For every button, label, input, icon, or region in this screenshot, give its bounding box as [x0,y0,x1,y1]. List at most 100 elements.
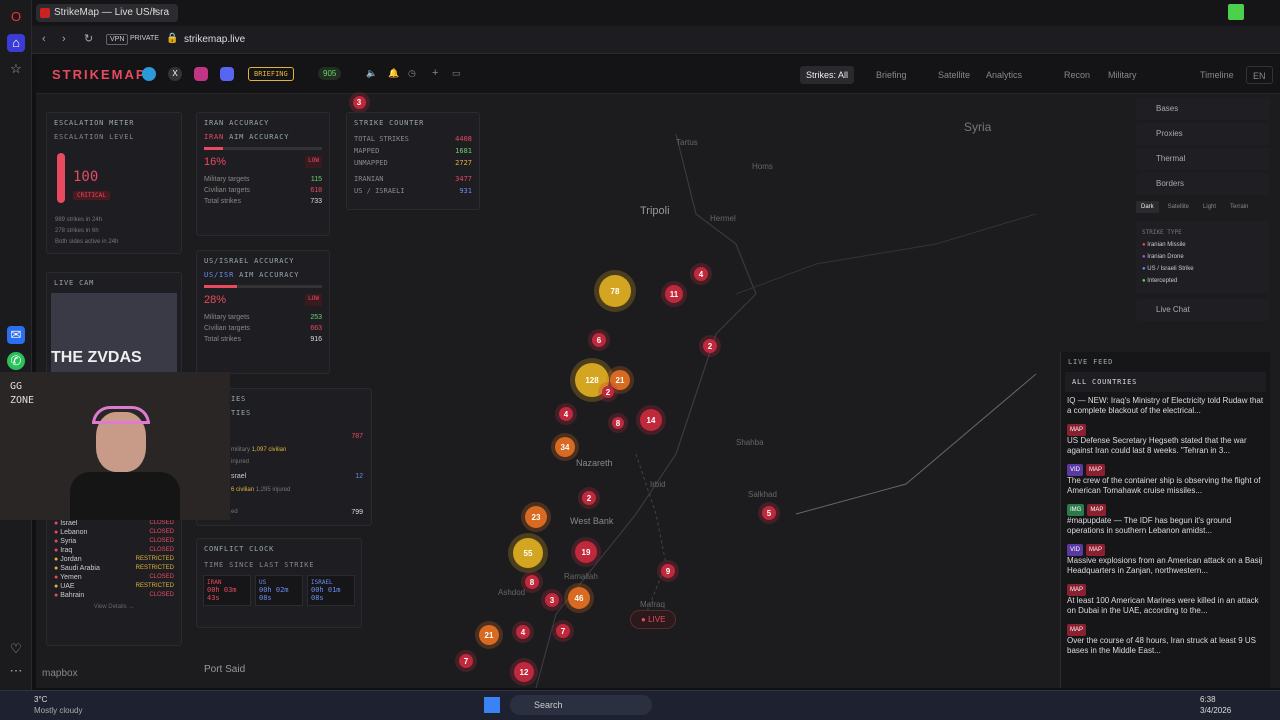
style-satellite-button[interactable]: Satellite [1163,201,1194,213]
feed-item[interactable]: IQ — NEW: Iraq's Ministry of Electricity… [1061,392,1270,420]
airspace-status: CLOSED [149,538,174,544]
strike-cluster[interactable]: 21 [610,370,630,390]
strike-cluster[interactable]: 78 [599,275,631,307]
strike-cluster[interactable]: 11 [665,285,683,303]
instagram-icon[interactable] [194,67,208,81]
style-dark-button[interactable]: Dark [1136,201,1159,213]
telegram-icon[interactable] [142,67,156,81]
feed-tag: VID [1067,464,1084,476]
briefing-badge[interactable]: BRIEFING [248,67,294,81]
feed-tag: MAP [1067,624,1087,636]
feed-text: IQ — NEW: Iraq's Ministry of Electricity… [1067,396,1264,415]
layer-borders[interactable]: Borders [1136,173,1270,195]
strike-cluster[interactable]: 8 [525,575,539,589]
vpn-badge[interactable]: VPN [106,34,129,45]
strike-cluster[interactable]: 9 [661,564,675,578]
strike-cluster[interactable]: 7 [556,624,570,638]
layer-menu: Bases Proxies Thermal Borders Dark Satel… [1136,98,1270,324]
live-chat-button[interactable]: Live Chat [1136,299,1270,321]
strike-cluster[interactable]: 55 [513,538,543,568]
layer-proxies[interactable]: Proxies [1136,123,1270,145]
airspace-row: ● Iraq CLOSED [54,547,174,554]
country-name: Lebanon [60,529,88,536]
extension-icon[interactable] [1228,4,1244,20]
airspace-status: CLOSED [149,574,174,580]
analytics-tab[interactable]: Analytics [980,66,1028,84]
strike-cluster[interactable]: 2 [582,491,596,505]
clock-time[interactable]: 6:38 [1200,695,1216,704]
strike-cluster[interactable]: 4 [694,267,708,281]
strike-cluster[interactable]: 2 [703,339,717,353]
briefing-tab[interactable]: Briefing [870,66,913,84]
discord-icon[interactable] [220,67,234,81]
whatsapp-icon[interactable]: ✆ [7,352,25,370]
strike-cluster[interactable]: 34 [555,437,575,457]
layer-bases[interactable]: Bases [1136,98,1270,120]
map-label: Port Said [204,664,246,675]
timeline-tab[interactable]: Timeline [1194,66,1240,84]
layer-thermal[interactable]: Thermal [1136,148,1270,170]
feed-item[interactable]: MAP Over the course of 48 hours, Iran str… [1061,620,1270,660]
reload-icon[interactable]: ↻ [84,32,93,45]
livecam-video[interactable]: THE ZVDAS [51,293,177,373]
strike-cluster[interactable]: 46 [568,587,590,609]
strike-cluster[interactable]: 4 [559,407,573,421]
heart-icon[interactable]: ♡ [7,640,25,658]
bell-icon[interactable]: 🔔 [388,68,399,79]
strike-cluster[interactable]: 19 [575,541,597,563]
strike-cluster[interactable]: 5 [762,506,776,520]
strike-cluster[interactable]: 6 [592,333,606,347]
chat-icon[interactable]: ▭ [452,68,461,79]
strike-cluster[interactable]: 3 [352,95,366,109]
language-select[interactable]: EN [1246,66,1273,84]
satellite-tab[interactable]: Satellite [932,66,976,84]
back-icon[interactable]: ‹ [42,33,46,45]
feed-item[interactable]: MAP At least 100 American Marines were ki… [1061,580,1270,620]
feed-item[interactable]: VID MAP The crew of the container ship is … [1061,460,1270,500]
strike-cluster[interactable]: 21 [479,625,499,645]
legend-item: Intercepted [1147,278,1178,284]
recon-tab[interactable]: Recon [1058,66,1096,84]
headset-icon [92,406,150,424]
strike-cluster[interactable]: 8 [612,417,624,429]
forward-icon[interactable]: › [62,33,66,45]
plus-icon[interactable]: + [432,67,438,79]
opera-logo-icon[interactable]: O [7,8,25,26]
feed-item[interactable]: IMG MAP #mapupdate — The IDF has begun it'… [1061,500,1270,540]
weather-temp[interactable]: 3°C [34,695,47,704]
style-terrain-button[interactable]: Terrain [1225,201,1253,213]
strike-cluster[interactable]: 23 [525,506,547,528]
feed-item[interactable]: MAP US Defense Secretary Hegseth stated t… [1061,420,1270,460]
new-tab-icon[interactable]: + [152,6,158,17]
clock-icon[interactable]: ◷ [408,68,416,79]
start-icon[interactable] [484,697,500,713]
webcam-overlay: GG ZONE [0,372,230,520]
mapbox-attribution[interactable]: mapbox [42,668,78,679]
view-details-link[interactable]: View Details → [47,604,181,610]
star-icon[interactable]: ☆ [7,60,25,78]
strike-cluster[interactable]: 3 [545,593,559,607]
label: ed [231,509,238,515]
feed-item[interactable]: VID MAP Massive explosions from an America… [1061,540,1270,580]
live-indicator[interactable]: ● LIVE [630,610,677,629]
url-field[interactable]: strikemap.live [184,34,245,45]
strike-cluster[interactable]: 14 [640,409,662,431]
strike-cluster[interactable]: 12 [514,662,534,682]
strike-cluster[interactable]: 4 [516,625,530,639]
military-tab[interactable]: Military [1102,66,1143,84]
x-icon[interactable]: X [168,67,182,81]
messenger-icon[interactable]: ✉ [7,326,25,344]
more-icon[interactable]: ⋯ [7,662,25,680]
style-light-button[interactable]: Light [1198,201,1221,213]
clock-label: US [259,579,267,586]
taskbar-search[interactable]: Search [510,695,652,715]
feed-text: The crew of the container ship is observ… [1067,476,1261,495]
strikemap-logo[interactable]: STRIKEMAP [52,67,147,82]
volume-icon[interactable]: 🔈 [366,68,377,79]
home-icon[interactable]: ⌂ [7,34,25,52]
row-label: UNMAPPED [354,159,388,167]
strike-cluster[interactable]: 7 [459,654,473,668]
strikes-all-button[interactable]: Strikes: All [800,66,855,84]
country-filter[interactable]: ALL COUNTRIES [1065,372,1266,392]
strike-cluster[interactable]: 2 [602,386,614,398]
